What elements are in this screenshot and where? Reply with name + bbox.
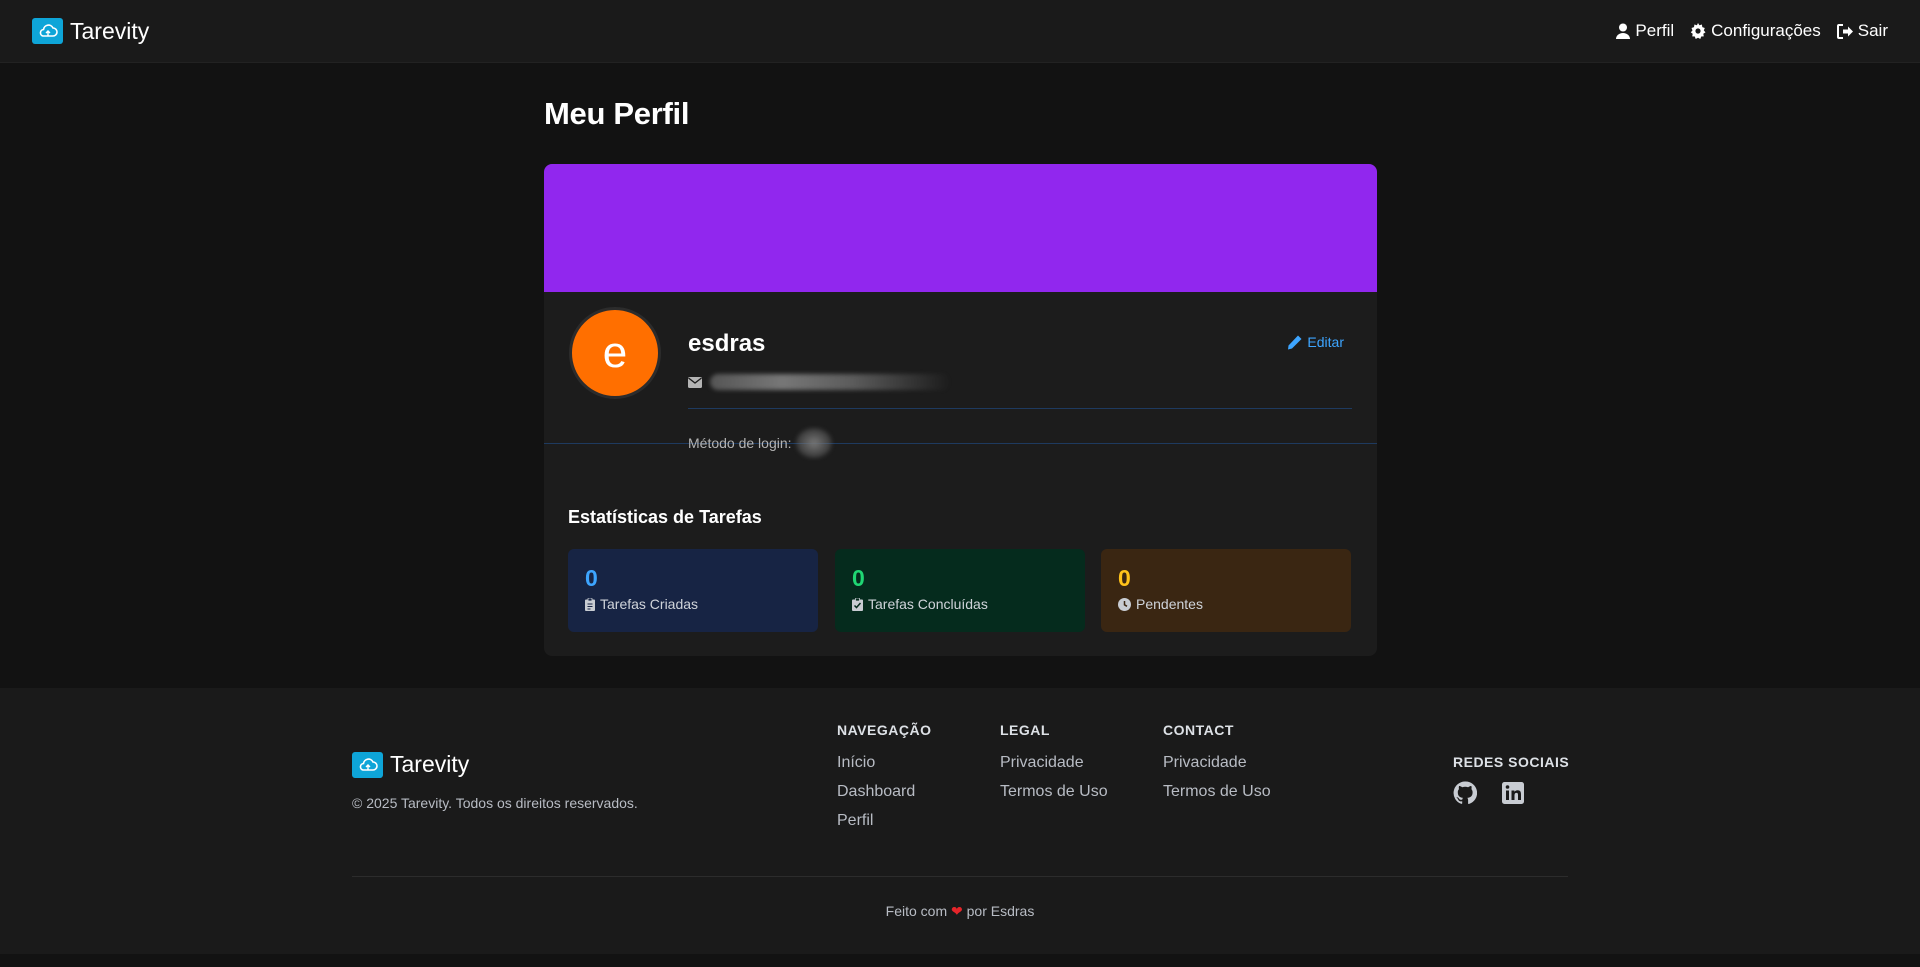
footer-social: REDES SOCIAIS <box>1453 754 1569 805</box>
page-title: Meu Perfil <box>544 96 690 131</box>
social-title: REDES SOCIAIS <box>1453 754 1570 770</box>
heart-icon: ❤ <box>951 903 963 919</box>
info-divider <box>688 408 1352 409</box>
stat-created-value: 0 <box>585 565 598 591</box>
profile-card: e esdras Editar Método de login: Estatís… <box>544 164 1377 656</box>
nav-settings-label: Configurações <box>1711 21 1821 40</box>
nav-settings-link[interactable]: Configurações <box>1690 21 1821 41</box>
footer-col-title: LEGAL <box>1000 722 1050 738</box>
footer-col-navigation: NAVEGAÇÃO Início Dashboard Perfil <box>837 722 931 841</box>
site-footer: Tarevity © 2025 Tarevity. Todos os direi… <box>0 688 1920 954</box>
pencil-icon <box>1288 335 1302 349</box>
profile-info: e esdras Editar Método de login: <box>544 292 1377 458</box>
footer-link-dashboard[interactable]: Dashboard <box>837 783 931 801</box>
top-navbar: Tarevity Perfil Configurações Sair <box>0 0 1920 63</box>
cloud-logo-icon <box>32 18 63 44</box>
footer-col-title: CONTACT <box>1163 722 1234 738</box>
footer-link-inicio[interactable]: Início <box>837 754 931 772</box>
footer-col-title: NAVEGAÇÃO <box>837 722 932 738</box>
stats-title: Estatísticas de Tarefas <box>568 507 762 527</box>
cloud-logo-icon <box>352 751 383 778</box>
footer-link-privacy[interactable]: Privacidade <box>1163 754 1271 772</box>
brand-name: Tarevity <box>70 17 150 44</box>
stat-pending-value: 0 <box>1118 565 1131 591</box>
stat-completed-label: Tarefas Concluídas <box>868 596 988 612</box>
edit-profile-button[interactable]: Editar <box>1287 334 1344 350</box>
footer-credit: Feito com ❤ por Esdras <box>0 903 1920 920</box>
gear-icon <box>1690 23 1706 39</box>
footer-link-perfil[interactable]: Perfil <box>837 812 931 830</box>
check-square-icon <box>852 597 863 611</box>
avatar: e <box>569 307 661 399</box>
login-method-label: Método de login: <box>688 435 792 451</box>
footer-divider <box>352 876 1568 877</box>
stat-pending-label: Pendentes <box>1136 596 1203 612</box>
stat-pending: 0 Pendentes <box>1101 549 1351 632</box>
profile-name: esdras <box>688 330 766 357</box>
footer-link-terms[interactable]: Termos de Uso <box>1163 783 1271 801</box>
footer-copyright: © 2025 Tarevity. Todos os direitos reser… <box>352 795 638 811</box>
footer-link-terms[interactable]: Termos de Uso <box>1000 783 1108 801</box>
footer-link-privacy[interactable]: Privacidade <box>1000 754 1108 772</box>
redacted-email <box>710 374 950 390</box>
nav-profile-link[interactable]: Perfil <box>1616 21 1674 41</box>
clipboard-icon <box>585 597 595 611</box>
nav-logout-link[interactable]: Sair <box>1836 21 1888 41</box>
login-method-row: Método de login: <box>688 428 832 458</box>
sign-out-icon <box>1836 23 1853 39</box>
footer-col-legal: LEGAL Privacidade Termos de Uso <box>1000 722 1108 812</box>
stat-created-label: Tarefas Criadas <box>600 596 699 612</box>
credit-prefix: Feito com <box>885 903 948 919</box>
github-icon[interactable] <box>1453 781 1477 805</box>
email-row <box>688 374 950 390</box>
nav-profile-label: Perfil <box>1635 21 1675 40</box>
credit-suffix: por Esdras <box>966 903 1035 919</box>
top-nav: Perfil Configurações Sair <box>1616 21 1888 41</box>
user-icon <box>1616 23 1631 39</box>
clock-icon <box>1118 597 1131 611</box>
nav-logout-label: Sair <box>1857 21 1888 40</box>
stat-completed-value: 0 <box>852 565 865 591</box>
edit-label: Editar <box>1307 334 1344 350</box>
stat-created: 0 Tarefas Criadas <box>568 549 818 632</box>
footer-brand[interactable]: Tarevity <box>352 751 469 778</box>
footer-col-contact: CONTACT Privacidade Termos de Uso <box>1163 722 1271 812</box>
redacted-login-method <box>795 428 832 458</box>
linkedin-icon[interactable] <box>1501 781 1525 805</box>
profile-banner <box>544 164 1377 292</box>
brand-link[interactable]: Tarevity <box>32 18 149 45</box>
footer-brand-name: Tarevity <box>390 751 470 777</box>
envelope-icon <box>688 376 702 388</box>
stat-completed: 0 Tarefas Concluídas <box>835 549 1085 632</box>
